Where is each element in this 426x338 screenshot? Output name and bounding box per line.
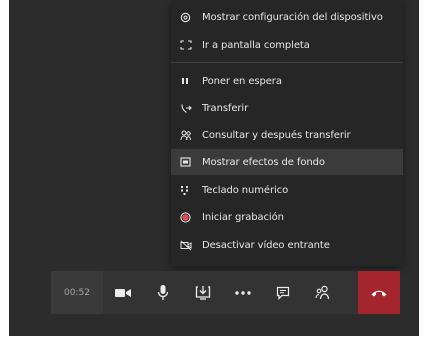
menu-item-background-effects[interactable]: Mostrar efectos de fondo	[171, 149, 403, 175]
participants-icon	[315, 285, 331, 300]
pause-icon	[180, 76, 202, 86]
menu-item-label: Poner en espera	[202, 75, 282, 87]
menu-item-label: Mostrar efectos de fondo	[202, 156, 325, 168]
participants-button[interactable]	[303, 271, 343, 314]
transfer-icon	[180, 103, 202, 114]
chat-icon	[276, 286, 290, 300]
menu-divider	[171, 62, 403, 63]
camera-icon	[114, 287, 132, 299]
dialpad-icon	[180, 185, 202, 196]
fullscreen-icon	[180, 40, 202, 50]
menu-item-disable-incoming-video[interactable]: Desactivar vídeo entrante	[171, 232, 403, 258]
chat-button[interactable]	[263, 271, 303, 314]
share-screen-button[interactable]	[183, 271, 223, 314]
menu-item-label: Mostrar configuración del dispositivo	[202, 11, 383, 23]
microphone-icon	[157, 284, 169, 301]
more-options-menu: Mostrar configuración del dispositivo Ir…	[171, 0, 403, 266]
menu-item-label: Desactivar vídeo entrante	[202, 239, 330, 251]
menu-item-label: Ir a pantalla completa	[202, 39, 310, 51]
menu-item-device-settings[interactable]: Mostrar configuración del dispositivo	[171, 4, 403, 30]
camera-button[interactable]	[103, 271, 143, 314]
menu-item-label: Transferir	[202, 102, 249, 114]
call-toolbar: 00:52	[51, 271, 400, 314]
background-effects-icon	[180, 157, 202, 167]
menu-item-label: Iniciar grabación	[202, 211, 284, 223]
menu-item-label: Consultar y después transferir	[202, 129, 351, 141]
record-icon	[180, 211, 202, 223]
hang-up-button[interactable]	[358, 271, 400, 314]
menu-item-label: Teclado numérico	[202, 184, 289, 196]
more-options-icon	[235, 290, 251, 295]
share-screen-icon	[195, 285, 211, 300]
call-timer: 00:52	[51, 271, 103, 314]
consult-transfer-icon	[180, 130, 202, 141]
gear-icon	[180, 12, 202, 23]
video-off-icon	[180, 240, 202, 251]
menu-item-start-recording[interactable]: Iniciar grabación	[171, 204, 403, 230]
menu-item-dialpad[interactable]: Teclado numérico	[171, 177, 403, 203]
menu-item-consult-transfer[interactable]: Consultar y después transferir	[171, 122, 403, 148]
microphone-button[interactable]	[143, 271, 183, 314]
menu-item-transfer[interactable]: Transferir	[171, 95, 403, 121]
menu-item-hold[interactable]: Poner en espera	[171, 68, 403, 94]
more-options-button[interactable]	[223, 271, 263, 314]
menu-item-fullscreen[interactable]: Ir a pantalla completa	[171, 32, 403, 58]
call-stage: Mostrar configuración del dispositivo Ir…	[9, 0, 419, 336]
hang-up-icon	[370, 288, 388, 297]
